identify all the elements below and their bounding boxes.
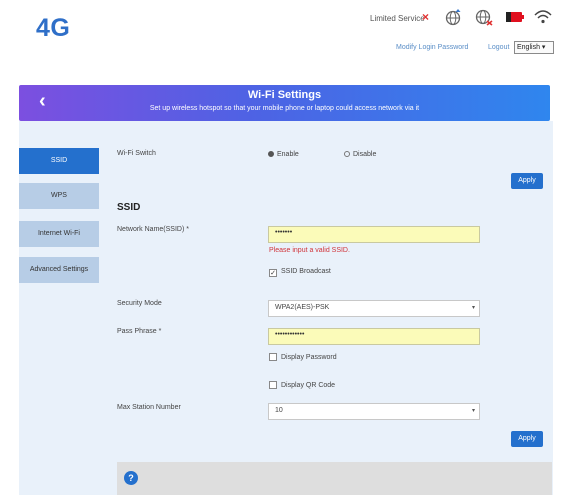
language-select[interactable]: English ▾ bbox=[514, 41, 554, 54]
display-qr-label: Display QR Code bbox=[281, 382, 336, 389]
ssid-broadcast-checkbox[interactable]: ✓ SSID Broadcast bbox=[269, 268, 331, 277]
globe-icon bbox=[444, 8, 464, 26]
enable-label: Enable bbox=[277, 151, 299, 158]
sidebar-item-ssid[interactable]: SSID bbox=[19, 148, 99, 174]
pass-phrase-input[interactable]: •••••••••••• bbox=[268, 328, 480, 345]
apply-switch-button[interactable]: Apply bbox=[511, 173, 543, 189]
sidebar-item-wps[interactable]: WPS bbox=[19, 183, 99, 209]
wifi-switch-label: Wi-Fi Switch bbox=[117, 150, 156, 157]
disable-radio[interactable]: Disable bbox=[344, 151, 376, 158]
network-name-label: Network Name(SSID) * bbox=[117, 226, 189, 233]
security-mode-label: Security Mode bbox=[117, 300, 162, 307]
apply-settings-button[interactable]: Apply bbox=[511, 431, 543, 447]
max-station-select[interactable]: 10 ▾ bbox=[268, 403, 480, 420]
max-station-value: 10 bbox=[275, 407, 283, 414]
battery-icon bbox=[505, 8, 525, 26]
enable-radio[interactable]: Enable bbox=[268, 151, 299, 158]
sidebar-item-internet-wifi[interactable]: Internet Wi-Fi bbox=[19, 221, 99, 247]
sidebar-item-advanced-settings[interactable]: Advanced Settings bbox=[19, 257, 99, 283]
help-bar: ? bbox=[117, 462, 552, 495]
chevron-down-icon: ▾ bbox=[471, 408, 475, 414]
modify-password-link[interactable]: Modify Login Password bbox=[396, 44, 468, 51]
logo: 4G bbox=[36, 14, 71, 42]
page-subtitle: Set up wireless hotspot so that your mob… bbox=[149, 105, 420, 112]
no-signal-icon bbox=[474, 8, 494, 26]
ssid-broadcast-label: SSID Broadcast bbox=[281, 268, 331, 275]
network-name-input[interactable]: ••••••• bbox=[268, 226, 480, 243]
disable-label: Disable bbox=[353, 151, 377, 158]
page-banner: ‹ Wi-Fi Settings Set up wireless hotspot… bbox=[19, 85, 550, 121]
chevron-down-icon: ▾ bbox=[471, 305, 475, 311]
network-status-text: Limited Service bbox=[370, 14, 425, 23]
display-qr-checkbox[interactable]: Display QR Code bbox=[269, 381, 335, 389]
logout-link[interactable]: Logout bbox=[488, 44, 509, 51]
security-mode-select[interactable]: WPA2(AES)-PSK ▾ bbox=[268, 300, 480, 317]
wifi-icon bbox=[533, 8, 553, 26]
display-password-checkbox[interactable]: Display Password bbox=[269, 353, 337, 361]
display-password-label: Display Password bbox=[281, 354, 337, 361]
max-station-label: Max Station Number bbox=[117, 404, 181, 411]
no-service-icon: × bbox=[422, 10, 430, 24]
help-icon[interactable]: ? bbox=[124, 471, 138, 485]
pass-phrase-label: Pass Phrase * bbox=[117, 328, 162, 335]
ssid-section-heading: SSID bbox=[117, 202, 141, 213]
security-mode-value: WPA2(AES)-PSK bbox=[275, 304, 330, 311]
page-title: Wi-Fi Settings bbox=[247, 89, 322, 101]
ssid-error-message: Please input a valid SSID. bbox=[269, 247, 350, 254]
